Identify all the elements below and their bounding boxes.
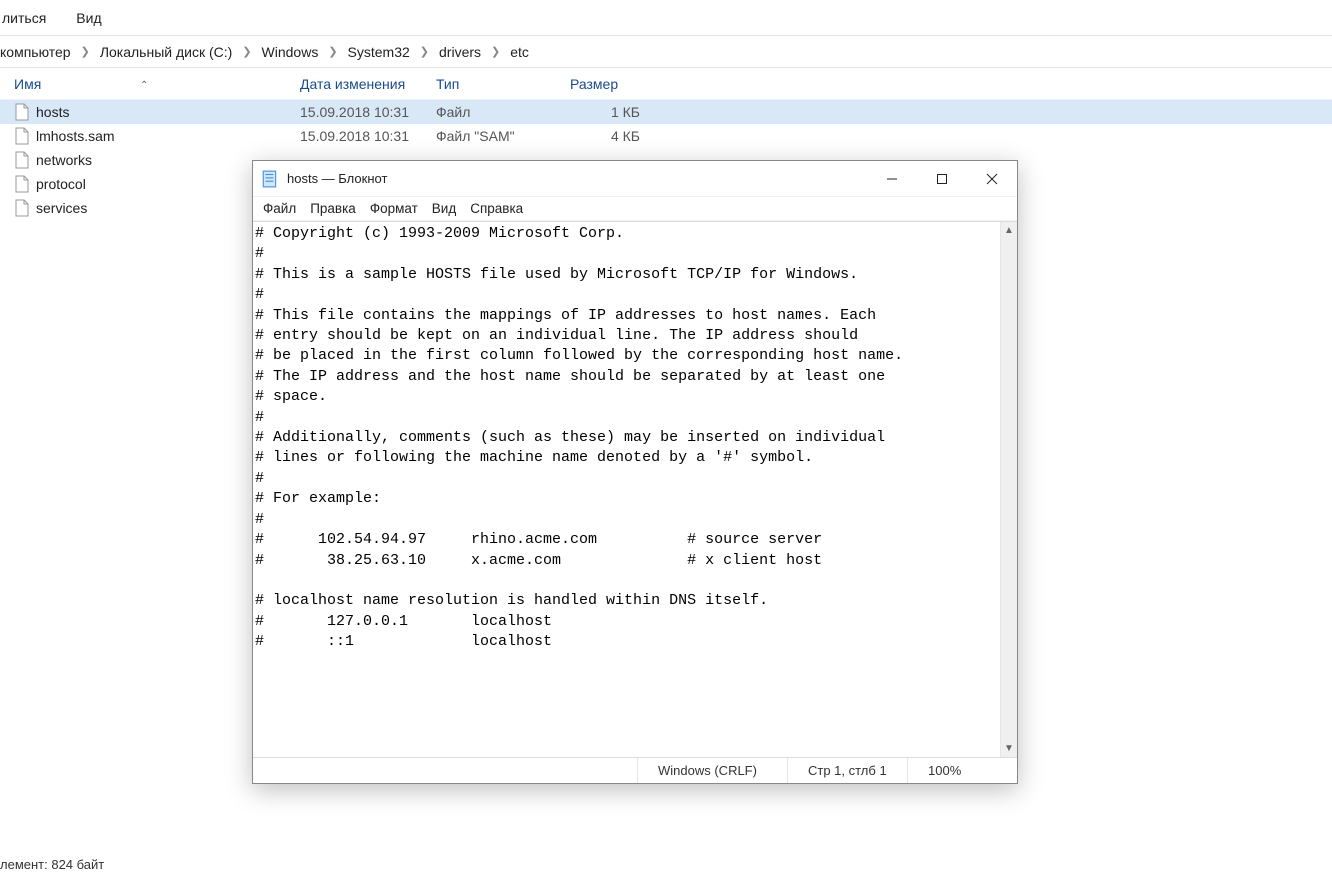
file-icon — [14, 151, 32, 169]
chevron-right-icon[interactable]: ❯ — [485, 45, 506, 58]
file-icon — [14, 127, 32, 145]
np-menu-edit[interactable]: Правка — [310, 201, 356, 216]
np-menu-file[interactable]: Файл — [263, 201, 296, 216]
col-header-date[interactable]: Дата изменения — [300, 76, 436, 92]
col-header-name-label: Имя — [14, 76, 41, 92]
menu-view[interactable]: Вид — [76, 10, 101, 26]
file-row[interactable]: lmhosts.sam15.09.2018 10:31Файл "SAM"4 К… — [0, 124, 1332, 148]
minimize-button[interactable] — [867, 161, 917, 196]
np-menu-format[interactable]: Формат — [370, 201, 418, 216]
np-menu-help[interactable]: Справка — [470, 201, 523, 216]
minimize-icon — [886, 173, 898, 185]
file-list-header: Имя ⌃ Дата изменения Тип Размер — [0, 68, 1332, 100]
notepad-status-bar: Windows (CRLF) Стр 1, стлб 1 100% — [253, 757, 1017, 783]
window-buttons — [867, 161, 1017, 196]
notepad-titlebar[interactable]: hosts — Блокнот — [253, 161, 1017, 197]
chevron-right-icon[interactable]: ❯ — [75, 45, 96, 58]
crumb-drivers[interactable]: drivers — [439, 44, 481, 60]
notepad-window: hosts — Блокнот Файл Правка Формат Вид С… — [252, 160, 1018, 784]
status-zoom: 100% — [907, 758, 1017, 783]
status-spacer — [253, 758, 637, 783]
notepad-title: hosts — Блокнот — [287, 171, 867, 186]
scroll-up-arrow-icon[interactable]: ▲ — [1001, 222, 1017, 239]
np-menu-view[interactable]: Вид — [432, 201, 456, 216]
file-row[interactable]: hosts15.09.2018 10:31Файл1 КБ — [0, 100, 1332, 124]
file-icon — [14, 175, 32, 193]
col-header-type[interactable]: Тип — [436, 76, 570, 92]
notepad-text-area[interactable]: # Copyright (c) 1993-2009 Microsoft Corp… — [253, 222, 1000, 757]
crumb-disk-c[interactable]: Локальный диск (C:) — [100, 44, 233, 60]
file-name: lmhosts.sam — [32, 128, 300, 144]
file-icon — [14, 199, 32, 217]
maximize-icon — [936, 173, 948, 185]
file-date: 15.09.2018 10:31 — [300, 128, 436, 144]
notepad-body: # Copyright (c) 1993-2009 Microsoft Corp… — [253, 221, 1017, 757]
maximize-button[interactable] — [917, 161, 967, 196]
explorer-status-bar: лемент: 824 байт — [0, 857, 104, 872]
file-type: Файл — [436, 104, 570, 120]
crumb-system32[interactable]: System32 — [348, 44, 410, 60]
notepad-menu-bar: Файл Правка Формат Вид Справка — [253, 197, 1017, 221]
sort-arrow-icon: ⌃ — [140, 80, 148, 91]
notepad-icon — [261, 170, 279, 188]
crumb-windows[interactable]: Windows — [262, 44, 319, 60]
file-date: 15.09.2018 10:31 — [300, 104, 436, 120]
crumb-computer[interactable]: компьютер — [0, 44, 71, 60]
status-encoding: Windows (CRLF) — [637, 758, 787, 783]
file-size: 1 КБ — [570, 104, 650, 120]
chevron-right-icon[interactable]: ❯ — [322, 45, 343, 58]
file-name: hosts — [32, 104, 300, 120]
status-cursor-pos: Стр 1, стлб 1 — [787, 758, 907, 783]
breadcrumb[interactable]: компьютер ❯ Локальный диск (C:) ❯ Window… — [0, 36, 1332, 68]
chevron-right-icon[interactable]: ❯ — [236, 45, 257, 58]
file-size: 4 КБ — [570, 128, 650, 144]
chevron-right-icon[interactable]: ❯ — [414, 45, 435, 58]
explorer-menu-bar: литься Вид — [0, 0, 1332, 36]
close-icon — [986, 173, 998, 185]
vertical-scrollbar[interactable]: ▲ ▼ — [1000, 222, 1017, 757]
file-type: Файл "SAM" — [436, 128, 570, 144]
file-icon — [14, 103, 32, 121]
menu-share[interactable]: литься — [2, 10, 46, 26]
scroll-down-arrow-icon[interactable]: ▼ — [1001, 740, 1017, 757]
col-header-name[interactable]: Имя ⌃ — [0, 76, 300, 92]
col-header-size[interactable]: Размер — [570, 76, 650, 92]
close-button[interactable] — [967, 161, 1017, 196]
crumb-etc[interactable]: etc — [510, 44, 529, 60]
